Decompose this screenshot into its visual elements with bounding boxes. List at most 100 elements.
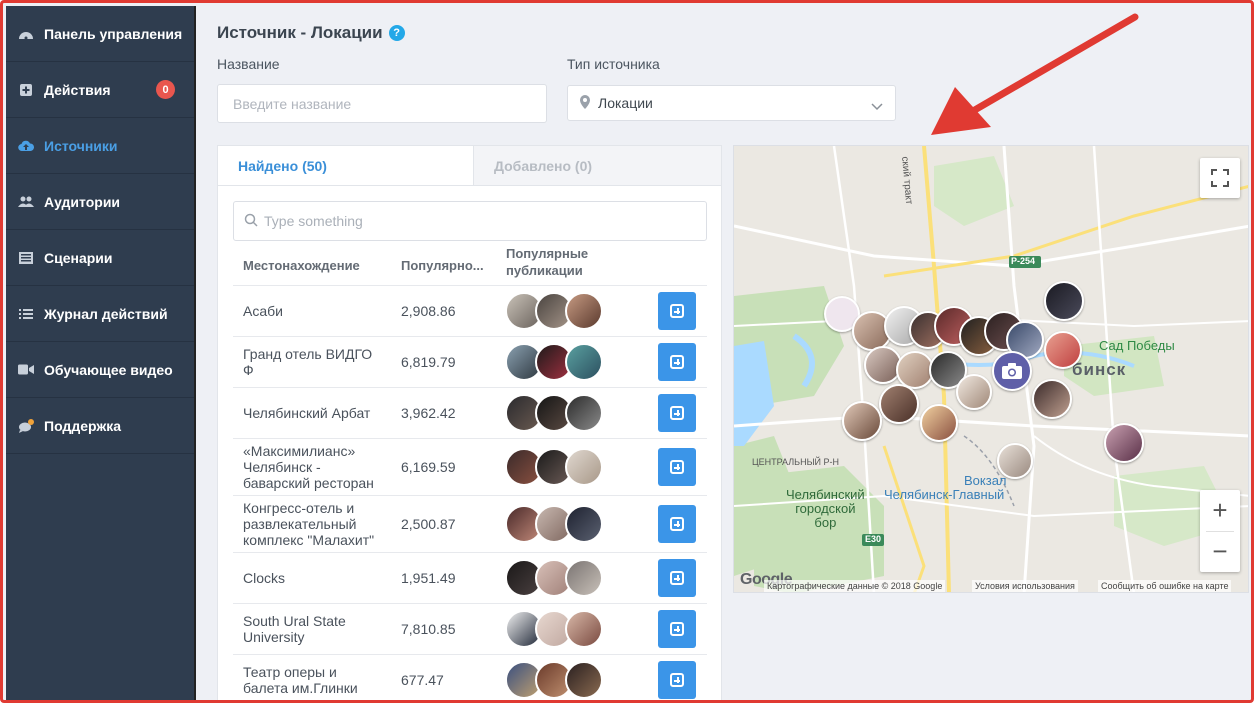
help-icon[interactable]: ? — [388, 25, 405, 41]
map-photo-marker[interactable] — [879, 384, 919, 424]
post-thumbnails — [505, 394, 603, 432]
popularity-value: 7,810.85 — [401, 621, 456, 637]
table-header: Местонахождение Популярно... Популярные … — [233, 244, 707, 286]
add-location-button[interactable] — [658, 505, 696, 543]
map-photo-marker[interactable] — [997, 443, 1033, 479]
map-label-station: Челябинск-Главный — [884, 487, 1005, 502]
map-photo-marker[interactable] — [920, 404, 958, 442]
table-row: Театр оперы и балета им.Глинки 677.47 — [233, 655, 707, 700]
tabs: Найдено (50) Добавлено (0) — [218, 146, 721, 186]
sidebar-item-label: Источники — [44, 137, 118, 154]
post-thumbnails — [505, 661, 603, 699]
table-row: Гранд отель ВИДГО Ф 6,819.79 — [233, 337, 707, 388]
map-photo-marker[interactable] — [1044, 281, 1084, 321]
name-input[interactable] — [217, 84, 547, 123]
map-report-link[interactable]: Сообщить об ошибке на карте — [1098, 580, 1232, 592]
map-photo-marker[interactable] — [1104, 423, 1144, 463]
video-icon — [18, 363, 34, 377]
plus-icon — [670, 304, 684, 318]
post-thumbnail[interactable] — [565, 394, 603, 432]
map-label-city: бинск — [1072, 360, 1127, 379]
plus-square-icon — [18, 83, 34, 97]
add-location-button[interactable] — [658, 394, 696, 432]
map-label-forest-line2: городской — [795, 501, 856, 516]
add-location-button[interactable] — [658, 610, 696, 648]
post-thumbnail[interactable] — [565, 610, 603, 648]
plus-icon — [670, 460, 684, 474]
sidebar-item-label: Обучающее видео — [44, 361, 173, 378]
source-type-label: Тип источника — [567, 56, 660, 72]
page-title-text: Источник - Локации — [217, 23, 383, 42]
search-icon — [244, 213, 258, 230]
post-thumbnail[interactable] — [565, 343, 603, 381]
locations-map[interactable]: Р-254 E30 ский тракт Сад Победы бинск ЦЕ… — [733, 145, 1249, 593]
sidebar-item-action-log[interactable]: Журнал действий — [6, 286, 194, 342]
map-photo-marker[interactable] — [956, 374, 992, 410]
col-location: Местонахождение — [243, 258, 360, 273]
table-row: Clocks 1,951.49 — [233, 553, 707, 604]
sidebar-item-label: Аудитории — [44, 193, 121, 210]
tab-added[interactable]: Добавлено (0) — [472, 146, 721, 185]
table-row: Конгресс-отель и развлекательный комплек… — [233, 496, 707, 553]
road-shield-e30: E30 — [865, 534, 882, 544]
add-location-button[interactable] — [658, 343, 696, 381]
table-row: Асаби 2,908.86 — [233, 286, 707, 337]
sidebar-item-scenarios[interactable]: Сценарии — [6, 230, 194, 286]
location-name: «Максимилианс» Челябинск - баварский рес… — [243, 443, 374, 491]
plus-icon — [670, 622, 684, 636]
list-icon — [18, 307, 34, 321]
search-input[interactable]: Type something — [233, 201, 707, 241]
map-photo-marker[interactable] — [1032, 379, 1072, 419]
source-type-select[interactable]: Локации — [567, 85, 896, 121]
sidebar-item-label: Журнал действий — [44, 305, 168, 322]
add-location-button[interactable] — [658, 661, 696, 699]
zoom-in-button[interactable]: + — [1212, 491, 1227, 531]
map-photo-marker[interactable] — [842, 401, 882, 441]
map-photo-marker[interactable] — [1044, 331, 1082, 369]
col-popular-posts-line1: Популярные — [506, 246, 589, 261]
sidebar-item-label: Поддержка — [44, 417, 122, 434]
zoom-out-button[interactable]: − — [1212, 532, 1227, 572]
road-shield-p254: Р-254 — [1011, 256, 1036, 266]
post-thumbnails — [505, 292, 603, 330]
map-terms-link[interactable]: Условия использования — [972, 580, 1078, 592]
camera-icon — [1002, 363, 1022, 379]
map-label-sad-pobedy: Сад Победы — [1099, 338, 1175, 353]
sidebar-item-sources[interactable]: Источники — [6, 118, 194, 174]
sidebar-item-audiences[interactable]: Аудитории — [6, 174, 194, 230]
col-popular-posts-line2: публикации — [506, 263, 583, 278]
locations-table: Асаби 2,908.86 Гранд отель ВИДГО Ф 6,819… — [233, 286, 707, 700]
post-thumbnail[interactable] — [565, 448, 603, 486]
sidebar-item-dashboard[interactable]: Панель управления — [6, 6, 194, 62]
plus-icon — [670, 406, 684, 420]
add-location-button[interactable] — [658, 292, 696, 330]
name-label: Название — [217, 56, 280, 72]
tab-found[interactable]: Найдено (50) — [218, 146, 473, 185]
location-name: Гранд отель ВИДГО Ф — [243, 346, 373, 378]
source-type-value: Локации — [598, 95, 653, 111]
post-thumbnails — [505, 559, 603, 597]
post-thumbnail[interactable] — [565, 292, 603, 330]
fullscreen-button[interactable] — [1200, 158, 1240, 198]
dashboard-icon — [18, 27, 34, 41]
map-photo-cluster[interactable] — [992, 351, 1032, 391]
post-thumbnail[interactable] — [565, 661, 603, 699]
plus-icon — [670, 517, 684, 531]
sidebar: Панель управления Действия 0 Источники А… — [6, 6, 196, 700]
location-name: Конгресс-отель и развлекательный комплек… — [243, 500, 375, 548]
sidebar-item-label: Действия — [44, 81, 111, 98]
sidebar-item-actions[interactable]: Действия 0 — [6, 62, 194, 118]
post-thumbnail[interactable] — [565, 559, 603, 597]
add-location-button[interactable] — [658, 559, 696, 597]
sidebar-item-tutorial-video[interactable]: Обучающее видео — [6, 342, 194, 398]
add-location-button[interactable] — [658, 448, 696, 486]
location-name: South Ural State University — [243, 613, 346, 645]
plus-icon — [670, 355, 684, 369]
post-thumbnail[interactable] — [565, 505, 603, 543]
table-row: South Ural State University 7,810.85 — [233, 604, 707, 655]
sidebar-item-support[interactable]: Поддержка — [6, 398, 194, 454]
sidebar-item-label: Панель управления — [44, 25, 183, 42]
post-thumbnails — [505, 610, 603, 648]
cloud-upload-icon — [18, 139, 34, 153]
plus-icon — [670, 673, 684, 687]
